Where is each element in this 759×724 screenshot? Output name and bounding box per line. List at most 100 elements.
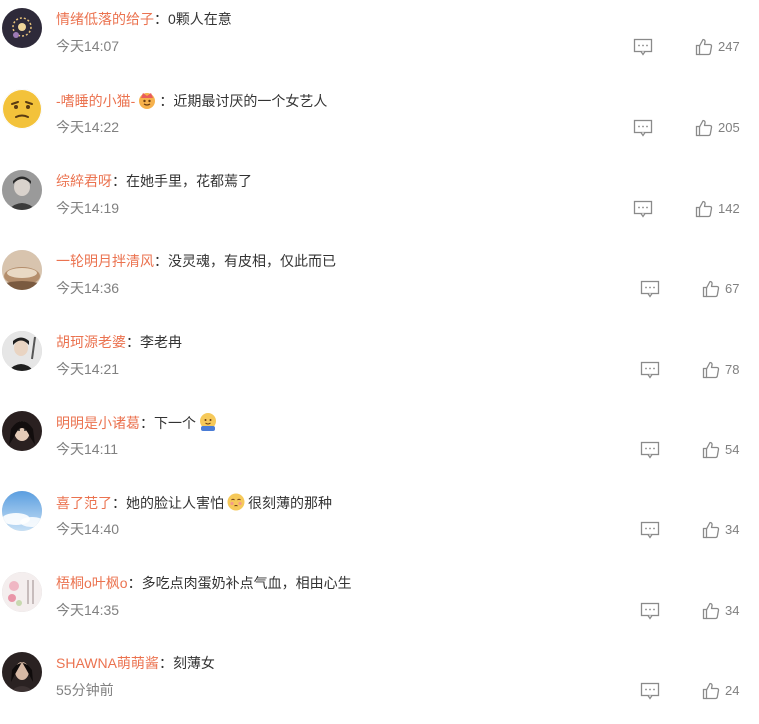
comment-text: 没灵魂，有皮相，仅此而已 bbox=[168, 253, 336, 269]
like-count: 67 bbox=[725, 281, 740, 296]
separator: ： bbox=[112, 173, 126, 189]
avatar[interactable] bbox=[2, 89, 42, 129]
comment-username[interactable]: 明明是小诸葛 bbox=[56, 415, 140, 431]
avatar[interactable] bbox=[2, 652, 42, 692]
avatar[interactable] bbox=[2, 250, 42, 290]
thumb-up-icon bbox=[695, 200, 713, 218]
shy-emoji-icon bbox=[226, 492, 246, 512]
like-count: 34 bbox=[725, 522, 740, 537]
comment-username[interactable]: -嗜睡的小猫- bbox=[56, 93, 135, 109]
thumb-up-icon bbox=[702, 280, 720, 298]
separator: ： bbox=[159, 93, 174, 109]
hug-emoji-icon bbox=[198, 412, 218, 432]
thumb-up-icon bbox=[702, 602, 720, 620]
thumb-up-icon bbox=[695, 119, 713, 137]
comment-time: 今天14:40 bbox=[56, 521, 120, 537]
comment-text: 刻薄女 bbox=[172, 655, 215, 671]
comment-icon bbox=[633, 38, 653, 56]
like-button[interactable]: 24 bbox=[702, 681, 739, 701]
like-button[interactable]: 78 bbox=[702, 360, 739, 380]
separator: ： bbox=[126, 334, 140, 350]
comment-item: SHAWNA萌萌酱：刻薄女 55分钟前 24 bbox=[0, 644, 759, 724]
reply-button[interactable] bbox=[640, 441, 660, 459]
like-count: 205 bbox=[718, 120, 740, 135]
separator: ： bbox=[112, 495, 126, 511]
avatar[interactable] bbox=[2, 8, 42, 48]
avatar[interactable] bbox=[2, 491, 42, 531]
comment-username[interactable]: 综綷君呀 bbox=[56, 173, 112, 189]
reply-button[interactable] bbox=[633, 200, 653, 218]
like-button[interactable]: 54 bbox=[702, 440, 739, 460]
reply-button[interactable] bbox=[633, 38, 653, 56]
comment-icon bbox=[633, 200, 653, 218]
avatar[interactable] bbox=[2, 170, 42, 210]
comment-time: 今天14:19 bbox=[56, 200, 120, 216]
comment-text: 在她手里，花都蔫了 bbox=[126, 173, 252, 189]
like-button[interactable]: 34 bbox=[702, 601, 739, 621]
like-button[interactable]: 247 bbox=[695, 37, 740, 57]
avatar[interactable] bbox=[2, 331, 42, 371]
comment-text: 多吃点肉蛋奶补点气血，相由心生 bbox=[141, 575, 352, 591]
separator: ： bbox=[158, 655, 173, 671]
comment-time: 今天14:21 bbox=[56, 361, 120, 377]
comment-list: 情绪低落的给子：0颗人在意 今天14:07 247 -嗜睡的小猫- ：近期最讨厌的… bbox=[0, 0, 759, 716]
like-count: 142 bbox=[718, 201, 740, 216]
comment-item: 情绪低落的给子：0颗人在意 今天14:07 247 bbox=[0, 0, 759, 80]
separator: ： bbox=[154, 11, 168, 27]
reply-button[interactable] bbox=[640, 280, 660, 298]
comment-icon bbox=[640, 441, 660, 459]
reply-button[interactable] bbox=[633, 119, 653, 137]
comment-username[interactable]: 梧桐o叶枫o bbox=[56, 575, 128, 591]
comment-icon bbox=[640, 602, 660, 620]
comment-item: -嗜睡的小猫- ：近期最讨厌的一个女艺人 今天14:22 205 bbox=[0, 81, 759, 161]
like-button[interactable]: 205 bbox=[695, 118, 740, 138]
thumb-up-icon bbox=[702, 441, 720, 459]
like-count: 54 bbox=[725, 442, 740, 457]
thumb-up-icon bbox=[695, 38, 713, 56]
comment-time: 今天14:22 bbox=[56, 119, 120, 135]
comment-item: 梧桐o叶枫o：多吃点肉蛋奶补点气血，相由心生 今天14:35 34 bbox=[0, 564, 759, 644]
like-count: 247 bbox=[718, 39, 740, 54]
reply-button[interactable] bbox=[640, 521, 660, 539]
thumb-up-icon bbox=[702, 682, 720, 700]
thumb-up-icon bbox=[702, 521, 720, 539]
comment-username[interactable]: 喜了范了 bbox=[56, 495, 112, 511]
vip-badge-icon bbox=[137, 90, 157, 110]
comment-time: 55分钟前 bbox=[56, 682, 114, 698]
comment-text: 下一个 bbox=[154, 415, 196, 431]
reply-button[interactable] bbox=[640, 602, 660, 620]
comment-text: 近期最讨厌的一个女艺人 bbox=[173, 93, 328, 109]
comment-icon bbox=[640, 682, 660, 700]
thumb-up-icon bbox=[702, 361, 720, 379]
comment-time: 今天14:07 bbox=[56, 38, 120, 54]
comment-username[interactable]: 情绪低落的给子 bbox=[56, 11, 154, 27]
avatar[interactable] bbox=[2, 572, 42, 612]
comment-username[interactable]: 胡珂源老婆 bbox=[56, 334, 126, 350]
comment-item: 综綷君呀：在她手里，花都蔫了 今天14:19 142 bbox=[0, 162, 759, 242]
separator: ： bbox=[140, 415, 154, 431]
like-count: 78 bbox=[725, 362, 740, 377]
like-count: 34 bbox=[725, 603, 740, 618]
comment-icon bbox=[633, 119, 653, 137]
comment-item: 一轮明月拌清风：没灵魂，有皮相，仅此而已 今天14:36 67 bbox=[0, 242, 759, 322]
comment-time: 今天14:11 bbox=[56, 441, 118, 457]
comment-text: 0颗人在意 bbox=[168, 11, 232, 27]
comment-text: 李老冉 bbox=[140, 334, 182, 350]
comment-text-continued: 很刻薄的那种 bbox=[248, 495, 332, 511]
comment-text: 她的脸让人害怕 bbox=[126, 495, 224, 511]
like-button[interactable]: 142 bbox=[695, 199, 740, 219]
avatar[interactable] bbox=[2, 411, 42, 451]
like-button[interactable]: 34 bbox=[702, 520, 739, 540]
comment-icon bbox=[640, 521, 660, 539]
comment-item: 胡珂源老婆：李老冉 今天14:21 78 bbox=[0, 323, 759, 403]
comment-username[interactable]: SHAWNA萌萌酱 bbox=[56, 655, 159, 671]
separator: ： bbox=[154, 253, 168, 269]
comment-icon bbox=[640, 280, 660, 298]
like-button[interactable]: 67 bbox=[702, 279, 739, 299]
like-count: 24 bbox=[725, 683, 740, 698]
comment-username[interactable]: 一轮明月拌清风 bbox=[56, 253, 154, 269]
comment-time: 今天14:35 bbox=[56, 602, 120, 618]
reply-button[interactable] bbox=[640, 682, 660, 700]
reply-button[interactable] bbox=[640, 361, 660, 379]
separator: ： bbox=[127, 575, 142, 591]
